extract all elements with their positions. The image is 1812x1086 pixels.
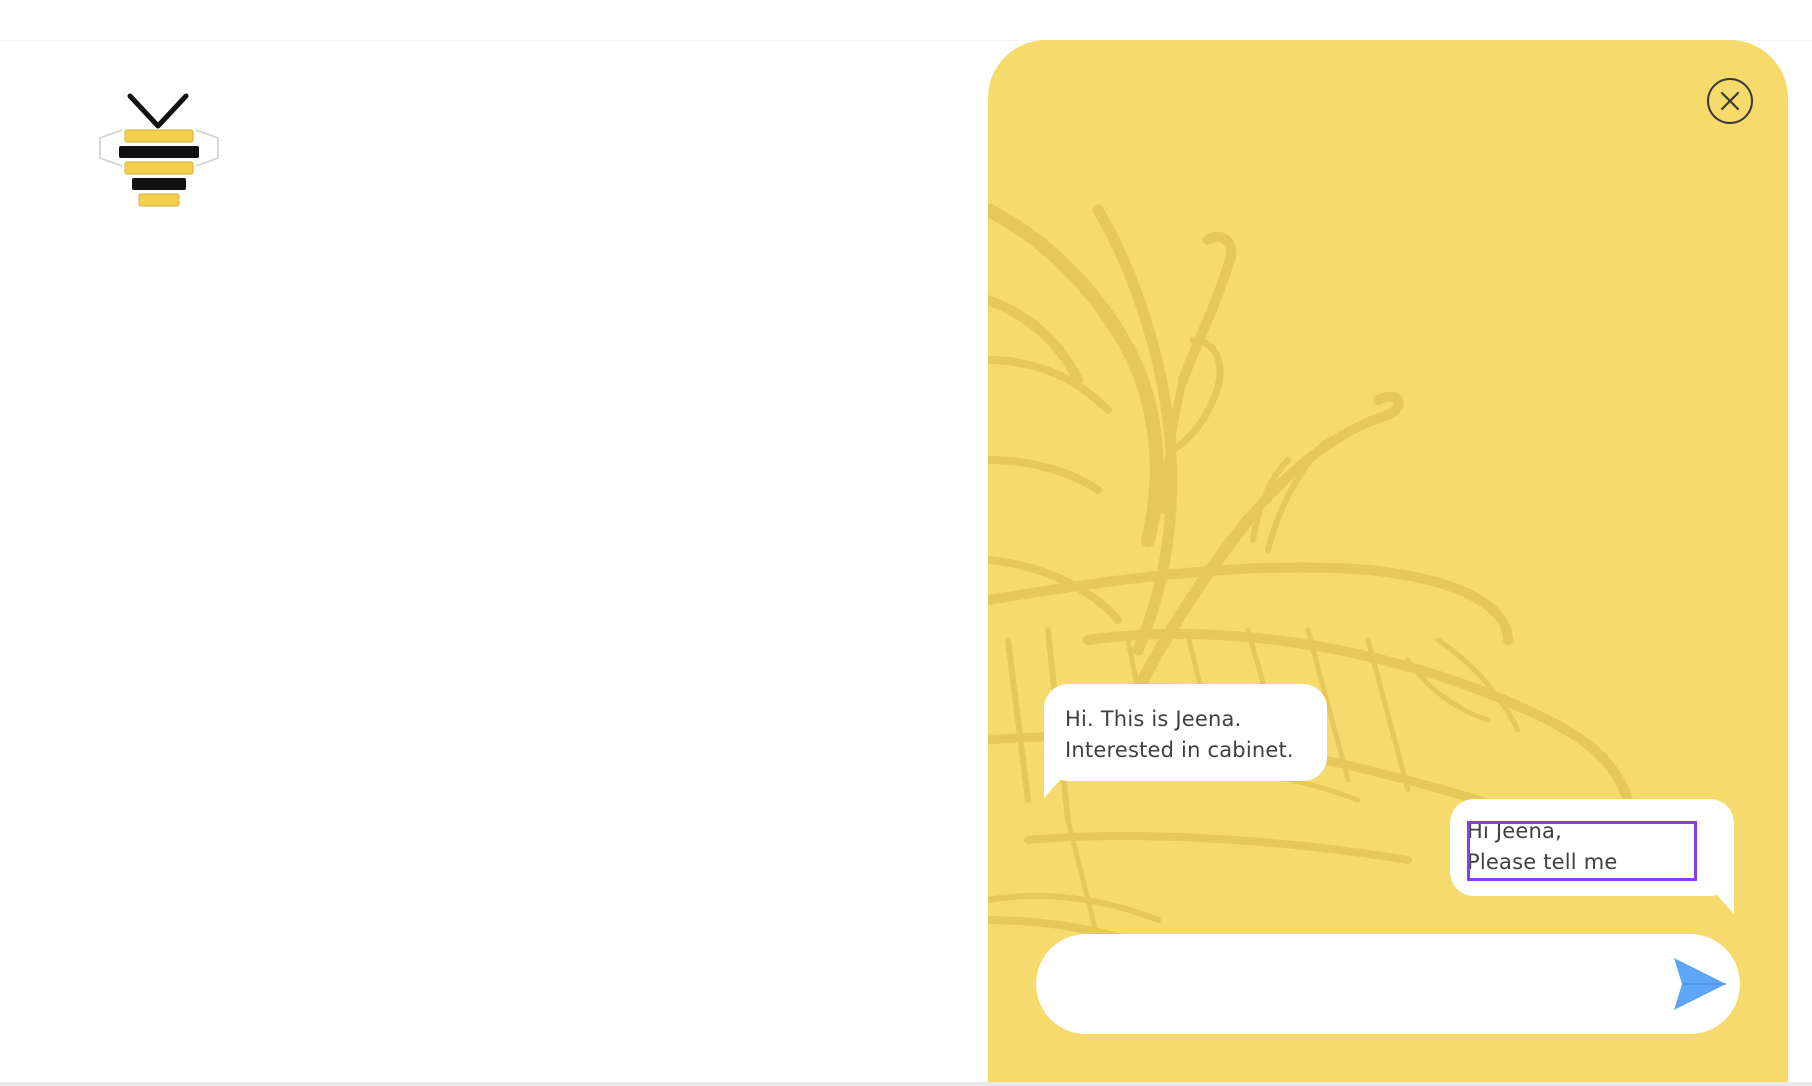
message-text: Interested in cabinet. <box>1065 738 1294 762</box>
close-button[interactable] <box>1707 78 1753 124</box>
message-bar <box>1036 934 1740 1034</box>
bottom-bar <box>0 1082 1812 1086</box>
message-bubble-incoming: Hi. This is Jeena. Interested in cabinet… <box>1044 684 1327 781</box>
bee-logo-icon[interactable] <box>96 92 222 212</box>
message-text: Please tell me <box>1467 850 1618 874</box>
message-text: Hi Jeena, <box>1467 819 1562 843</box>
chat-panel: Hi. This is Jeena. Interested in cabinet… <box>988 40 1788 1086</box>
bee-background-art <box>988 40 1788 1086</box>
message-bubble-outgoing: Hi Jeena, Please tell me <box>1450 799 1734 896</box>
close-icon <box>1720 91 1740 111</box>
message-input[interactable] <box>1080 956 1644 1014</box>
top-bar <box>0 0 1812 41</box>
send-icon[interactable] <box>1666 954 1730 1014</box>
message-text: Hi. This is Jeena. <box>1065 707 1242 731</box>
